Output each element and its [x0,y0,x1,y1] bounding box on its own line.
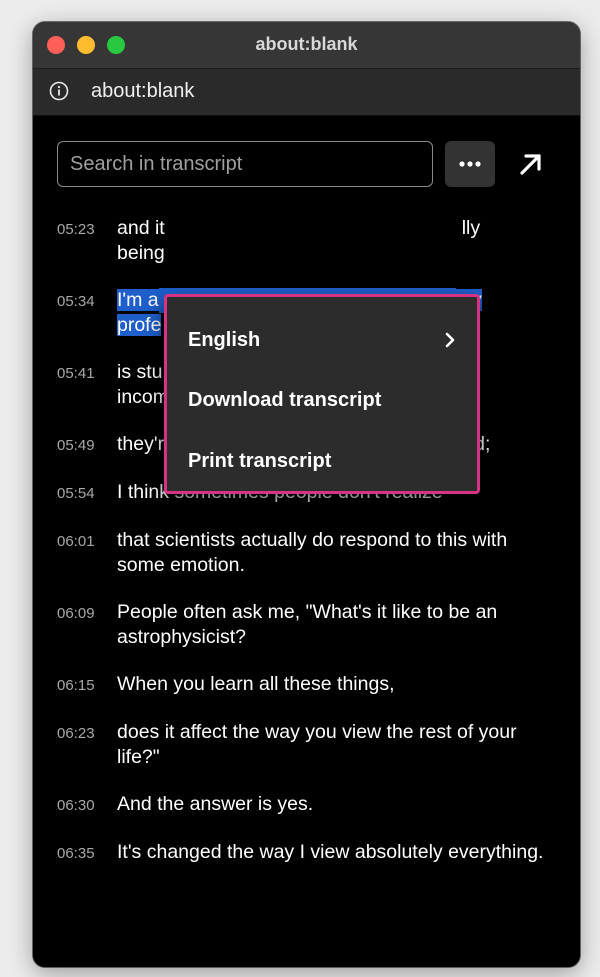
timestamp[interactable]: 06:23 [57,720,117,746]
timestamp[interactable]: 06:35 [57,840,117,866]
transcript-text: People often ask me, "What's it like to … [117,601,498,648]
transcript-line[interactable]: 06:15 When you learn all these things, [33,672,580,698]
menu-item-language[interactable]: English [188,320,456,360]
timestamp[interactable]: 05:49 [57,432,117,458]
timestamp[interactable]: 05:54 [57,480,117,506]
timestamp[interactable]: 06:15 [57,672,117,698]
search-input[interactable] [57,141,433,187]
transcript-line[interactable]: 06:30 And the answer is yes. [33,792,580,818]
transcript-line[interactable]: 06:09 People often ask me, "What's it li… [33,600,580,650]
timestamp[interactable]: 06:09 [57,600,117,626]
timestamp[interactable]: 05:41 [57,360,117,386]
transcript-panel: 05:23 and itlly being 05:34 I'm a my pro… [33,116,580,967]
title-bar: about:blank [33,22,580,69]
highlighted-text: profe [117,314,162,336]
text-fragment: and it [117,217,165,239]
url-text[interactable]: about:blank [91,80,194,103]
chevron-right-icon [445,332,455,348]
timestamp[interactable]: 06:01 [57,528,117,554]
transcript-text: does it affect the way you view the rest… [117,721,517,768]
timestamp[interactable]: 05:23 [57,216,117,242]
menu-item-label: English [188,329,261,351]
window-title: about:blank [255,34,358,54]
menu-item-print-transcript[interactable]: Print transcript [188,441,456,481]
transcript-text: When you learn all these things, [117,673,395,695]
transcript-text: And the answer is yes. [117,793,314,815]
transcript-line[interactable]: 06:23 does it affect the way you view th… [33,720,580,770]
transcript-line[interactable]: 06:35 It's changed the way I view absolu… [33,840,580,866]
menu-item-label: Print transcript [188,450,332,472]
browser-window: about:blank about:blank 05:23 [33,22,580,967]
menu-item-label: Download transcript [188,389,382,411]
transcript-text: and it lly being [117,216,547,266]
menu-item-download-transcript[interactable]: Download transcript [188,380,456,420]
timestamp[interactable]: 05:34 [57,288,117,314]
text-fragment: lly [461,217,481,239]
ellipsis-icon [459,161,481,167]
transcript-text: It's changed the way I view absolutely e… [117,841,544,863]
timestamp[interactable]: 06:30 [57,792,117,818]
arrow-up-right-icon[interactable] [513,146,549,182]
more-options-button[interactable] [445,141,495,187]
transcript-text: that scientists actually do respond to t… [117,529,508,576]
transcript-line[interactable]: 05:23 and it lly being [33,216,580,266]
transcript-options-menu: English Download transcript Print transc… [164,294,480,494]
info-icon[interactable] [49,81,69,101]
address-bar[interactable]: about:blank [33,69,580,116]
highlighted-text: I'm a [117,289,159,311]
text-fragment: being [117,242,165,264]
text-fragment: is stu [117,361,163,383]
transcript-line[interactable]: 06:01 that scientists actually do respon… [33,528,580,578]
